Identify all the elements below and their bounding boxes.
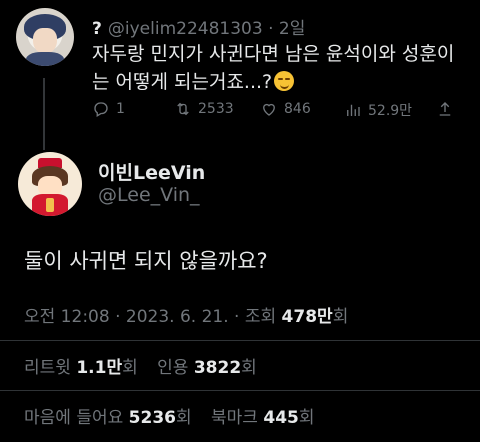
views-suffix: 회 bbox=[332, 307, 349, 327]
divider bbox=[0, 340, 480, 341]
parent-time[interactable]: 2일 bbox=[279, 19, 305, 39]
tweet-date[interactable]: 2023. 6. 21. bbox=[126, 307, 229, 327]
meta-sep-1: · bbox=[115, 307, 121, 327]
quote-suffix: 회 bbox=[241, 358, 257, 378]
bookmark-suffix: 회 bbox=[298, 408, 315, 428]
retweet-quote-stats: 리트윗 1.1만회 인용 3822회 bbox=[24, 353, 257, 378]
reply-icon bbox=[94, 102, 108, 117]
analytics-icon bbox=[347, 104, 360, 116]
parent-display-name[interactable]: ? bbox=[92, 19, 102, 39]
bookmark-number: 445 bbox=[263, 408, 299, 428]
views-count: 52.9만 bbox=[368, 103, 413, 119]
retweet-icon bbox=[177, 102, 189, 116]
parent-tweet-text: 자두랑 민지가 사귄다면 남은 윤석이와 성훈이 는 어떻게 되는거죠...? bbox=[92, 40, 464, 96]
parent-actions: 1 2533 846 52.9만 bbox=[92, 100, 464, 122]
views-number: 478만 bbox=[281, 307, 333, 327]
retweet-label: 리트윗 bbox=[24, 358, 71, 378]
share-icon bbox=[439, 102, 451, 116]
reply-count: 1 bbox=[116, 101, 125, 117]
retweet-number: 1.1만 bbox=[76, 358, 123, 378]
parent-text-line-1: 자두랑 민지가 사귄다면 남은 윤석이와 성훈이 bbox=[92, 43, 455, 65]
like-label: 마음에 들어요 bbox=[24, 408, 124, 428]
thread-line bbox=[43, 78, 45, 150]
main-avatar[interactable] bbox=[18, 152, 82, 216]
quote-number: 3822 bbox=[193, 358, 242, 378]
like-count: 846 bbox=[284, 101, 311, 117]
bookmark-label: 북마크 bbox=[211, 408, 258, 428]
like-bookmark-stats: 마음에 들어요 5236회 북마크 445회 bbox=[24, 403, 315, 428]
views-button[interactable]: 52.9만 bbox=[344, 100, 412, 120]
parent-text-line-2: 는 어떻게 되는거죠...? bbox=[92, 71, 273, 93]
main-tweet-text: 둘이 사귀면 되지 않을까요? bbox=[24, 249, 268, 273]
reply-button[interactable]: 1 bbox=[92, 100, 125, 118]
parent-handle[interactable]: @iyelim22481303 bbox=[108, 19, 263, 39]
likes-link[interactable]: 마음에 들어요 5236회 bbox=[24, 408, 192, 428]
like-suffix: 회 bbox=[175, 408, 192, 428]
divider bbox=[0, 390, 480, 391]
main-display-name[interactable]: 이빈LeeVin bbox=[98, 158, 205, 185]
parent-avatar[interactable] bbox=[16, 8, 74, 66]
tweet-meta: 오전 12:08 · 2023. 6. 21. · 조회 478만회 bbox=[24, 302, 348, 327]
views-label: 조회 bbox=[244, 307, 277, 327]
retweets-link[interactable]: 리트윗 1.1만회 bbox=[24, 358, 138, 378]
heart-icon bbox=[263, 103, 275, 116]
main-handle[interactable]: @Lee_Vin_ bbox=[98, 184, 200, 206]
retweet-count: 2533 bbox=[198, 101, 234, 117]
tweet-time[interactable]: 오전 12:08 bbox=[24, 307, 110, 327]
meta-sep-2: · bbox=[234, 307, 240, 327]
quote-label: 인용 bbox=[157, 358, 189, 378]
retweet-suffix: 회 bbox=[122, 358, 138, 378]
smirk-emoji-icon bbox=[274, 71, 295, 91]
share-button[interactable] bbox=[436, 100, 454, 118]
like-number: 5236 bbox=[128, 408, 176, 428]
bookmarks-link[interactable]: 북마크 445회 bbox=[211, 408, 314, 428]
parent-tweet-header: ? @iyelim22481303 · 2일 bbox=[92, 14, 305, 39]
parent-separator: · bbox=[268, 19, 274, 39]
quotes-link[interactable]: 인용 3822회 bbox=[157, 358, 257, 378]
retweet-button[interactable]: 2533 bbox=[174, 100, 234, 118]
like-button[interactable]: 846 bbox=[260, 100, 311, 118]
